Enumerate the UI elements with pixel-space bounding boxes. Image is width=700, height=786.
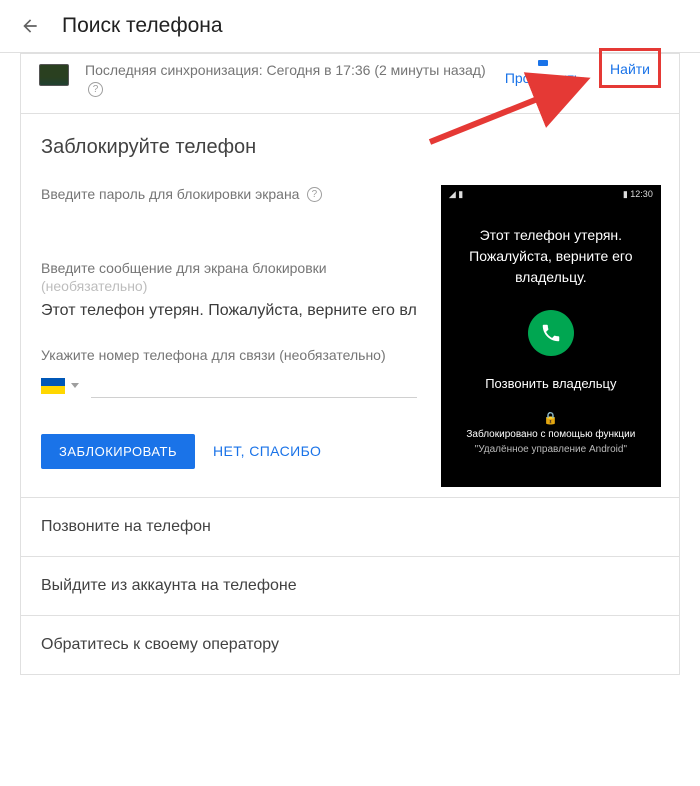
password-label: Введите пароль для блокировки экрана bbox=[41, 186, 299, 202]
phone-block: Укажите номер телефона для связи (необяз… bbox=[41, 346, 417, 398]
help-icon[interactable]: ? bbox=[88, 82, 103, 97]
message-optional: (необязательно) bbox=[41, 278, 417, 294]
country-flag-selector[interactable] bbox=[41, 378, 79, 398]
lock-icon: 🔒 bbox=[453, 411, 649, 425]
call-owner-button bbox=[528, 310, 574, 356]
ring-label: Прозвонить bbox=[505, 70, 581, 86]
phone-input[interactable] bbox=[91, 380, 417, 398]
device-info: Последняя синхронизация: Сегодня в 17:36… bbox=[85, 60, 491, 99]
status-time: ▮ 12:30 bbox=[623, 189, 653, 200]
help-icon[interactable]: ? bbox=[307, 187, 322, 202]
form-left: Введите пароль для блокировки экрана ? В… bbox=[41, 185, 417, 469]
locked-line2: "Удалённое управление Android" bbox=[453, 444, 649, 455]
lock-button[interactable]: ЗАБЛОКИРОВАТЬ bbox=[41, 434, 195, 469]
lock-form: Введите пароль для блокировки экрана ? В… bbox=[41, 185, 659, 487]
find-label: Найти bbox=[610, 61, 650, 77]
option-sign-out[interactable]: Выйдите из аккаунта на телефоне bbox=[21, 556, 679, 615]
message-block: Введите сообщение для экрана блокировки … bbox=[41, 259, 417, 321]
flag-icon bbox=[41, 378, 65, 394]
sync-text: Последняя синхронизация: Сегодня в 17:36… bbox=[85, 62, 486, 78]
no-thanks-button[interactable]: НЕТ, СПАСИБО bbox=[213, 443, 321, 459]
main-card: Заблокируйте телефон Введите пароль для … bbox=[20, 113, 680, 675]
option-contact-carrier[interactable]: Обратитесь к своему оператору bbox=[21, 615, 679, 674]
message-label: Введите сообщение для экрана блокировки bbox=[41, 259, 417, 279]
page-title: Поиск телефона bbox=[62, 14, 223, 38]
app-header: Поиск телефона bbox=[0, 0, 700, 53]
preview-call-owner: Позвонить владельцу bbox=[453, 376, 649, 391]
phone-row bbox=[41, 378, 417, 398]
preview-locked-text: 🔒 Заблокировано с помощью функции "Удалё… bbox=[453, 411, 649, 455]
status-signal-icon: ◢ ▮ bbox=[449, 189, 463, 200]
chevron-down-icon bbox=[71, 383, 79, 388]
preview-message: Этот телефон утерян. Пожалуйста, верните… bbox=[453, 225, 649, 288]
password-block: Введите пароль для блокировки экрана ? bbox=[41, 185, 417, 205]
phone-icon bbox=[540, 322, 562, 344]
option-call-phone[interactable]: Позвоните на телефон bbox=[21, 497, 679, 556]
phone-label: Укажите номер телефона для связи (необяз… bbox=[41, 346, 417, 366]
lock-buttons: ЗАБЛОКИРОВАТЬ НЕТ, СПАСИБО bbox=[41, 434, 417, 469]
message-input[interactable]: Этот телефон утерян. Пожалуйста, верните… bbox=[41, 302, 417, 320]
back-arrow-icon[interactable] bbox=[20, 16, 40, 36]
lock-title: Заблокируйте телефон bbox=[41, 136, 659, 159]
locked-line1: Заблокировано с помощью функции bbox=[453, 429, 649, 440]
ring-action[interactable]: Прозвонить bbox=[505, 60, 581, 86]
device-actions: Прозвонить Найти bbox=[505, 60, 661, 99]
phone-lockscreen-preview: ◢ ▮ ▮ 12:30 Этот телефон утерян. Пожалуй… bbox=[441, 185, 661, 487]
ring-icon bbox=[538, 60, 548, 66]
device-thumbnail-icon bbox=[39, 64, 69, 86]
find-action[interactable]: Найти bbox=[599, 48, 661, 88]
device-summary: Последняя синхронизация: Сегодня в 17:36… bbox=[20, 53, 680, 113]
lock-section: Заблокируйте телефон Введите пароль для … bbox=[21, 114, 679, 497]
